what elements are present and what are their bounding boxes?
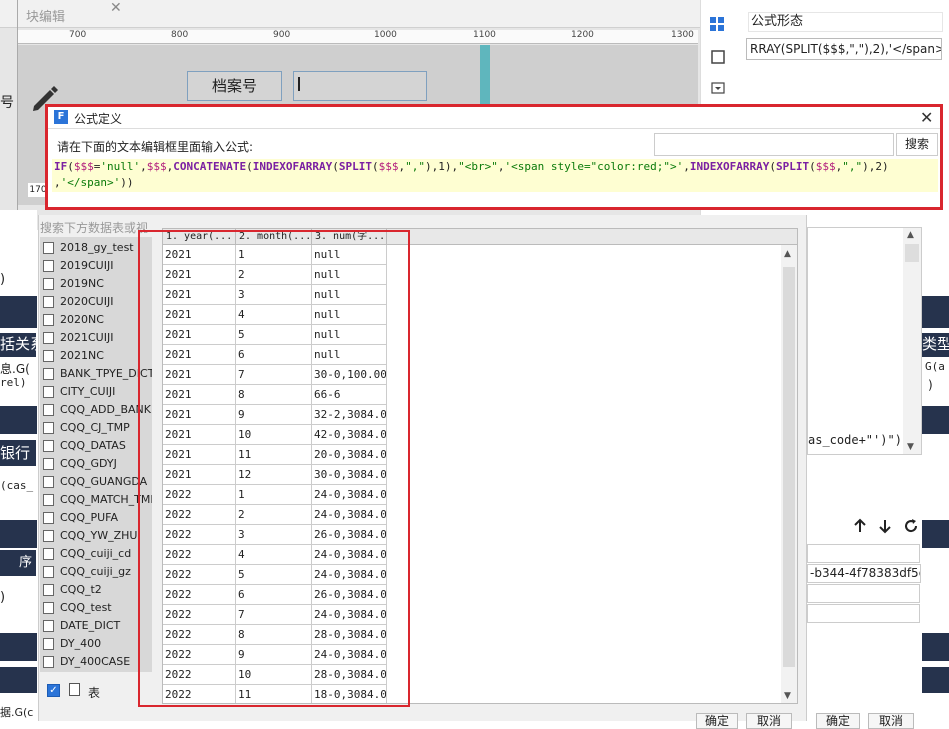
table-list-item[interactable]: CQQ_cuiji_gz [40,563,152,581]
table-list-item[interactable]: CQQ_GDYJ [40,455,152,473]
behind-text: 据.G(c [0,706,34,719]
behind-text: G(a [925,360,945,373]
table-list-item[interactable]: CQQ_cuiji_cd [40,545,152,563]
grid-scrollbar[interactable]: ▲ ▼ [781,245,797,703]
table-list-item[interactable]: 2021CUIJI [40,329,152,347]
table-filter-label: 表 [88,686,101,700]
behind-text: 序 [0,550,36,576]
table-list-item[interactable]: 2020CUIJI [40,293,152,311]
behind-text: (cas_ [0,479,34,492]
behind-dark-band [922,296,949,328]
behind-input[interactable] [807,604,920,623]
behind-dark-band [922,633,949,661]
table-list-item[interactable]: CQQ_YW_ZHU [40,527,152,545]
code-scrollbar[interactable]: ▲ ▼ [903,228,921,454]
table-list-item[interactable]: BANK_TPYE_DICT [40,365,152,383]
table-list: 2018_gy_test 2019CUIJI 2019NC 2020CUIJI … [40,237,152,672]
table-list-item[interactable]: CITY_CUIJI [40,383,152,401]
behind-text: 类型 [922,333,949,357]
behind-dark-band [922,520,949,548]
table-list-item[interactable]: 2021NC [40,347,152,365]
ruler-tick: 900 [273,30,291,40]
dialog-instruction: 请在下面的文本编辑框里面输入公式: [57,140,254,154]
table-list-item[interactable]: 2020NC [40,311,152,329]
ruler-tick: 1300 [671,30,694,40]
table-list-item[interactable]: CQQ_GUANGDA [40,473,152,491]
left-edge-panel [0,0,18,230]
table-filter-checkbox[interactable]: ✓ [47,684,60,697]
table-list-item[interactable]: DY_400CASE [40,653,152,671]
editor-title-bar: 块编辑 [0,0,700,28]
left-fragment-text: 号 [0,95,14,111]
horizontal-ruler: 700 800 900 1000 1100 1200 1300 [18,30,698,44]
table-list-item[interactable]: 2019CUIJI [40,257,152,275]
editor-close-icon[interactable]: ✕ [110,0,122,16]
scroll-up-icon[interactable]: ▲ [784,249,791,259]
id-field[interactable]: -b344-4f78383df5d3 [807,564,921,583]
table-list-item[interactable]: CQQ_MATCH_TMP [40,491,152,509]
table-list-item[interactable]: CQQ_t2 [40,581,152,599]
behind-dark-band [0,406,37,434]
behind-text: ) [0,272,6,287]
behind-text: ) [0,590,6,605]
table-list-item[interactable]: DY_400 [40,635,152,653]
highlight-box [138,230,410,707]
search-button[interactable]: 搜索 [896,133,938,156]
behind-dark-band [0,520,37,548]
table-list-item[interactable]: CQQ_test [40,599,152,617]
archive-number-label: 档案号 [187,71,282,101]
widgets-icon[interactable] [709,16,725,35]
function-search-input[interactable] [654,133,894,156]
dialog-title-bar: F 公式定义 ✕ [48,107,940,129]
table-list-item[interactable]: CQQ_PUFA [40,509,152,527]
behind-dark-band [0,667,37,693]
behind-dark-band [0,633,37,661]
editor-title: 块编辑 [26,10,66,25]
ruler-tick: 1100 [473,30,496,40]
dropdown-box-icon[interactable] [711,82,725,97]
ruler-tick: 800 [171,30,189,40]
table-list-item[interactable]: 2018_gy_test [40,239,152,257]
table-list-item[interactable]: DATE_DICT [40,617,152,635]
app-logo-icon: F [54,110,68,124]
table-list-item[interactable]: CQQ_DATAS [40,437,152,455]
square-icon[interactable] [711,50,725,67]
table-list-item[interactable]: 2019NC [40,275,152,293]
behind-code-text: as_code+"')") [808,433,902,447]
ok-button[interactable]: 确定 [816,713,860,729]
behind-dark-band [0,296,37,328]
archive-number-field[interactable] [293,71,427,101]
behind-text: 息.G( [0,362,30,376]
behind-dark-band [922,406,949,434]
table-list-item[interactable]: CQQ_CJ_TMP [40,419,152,437]
behind-text: 括关系 [0,333,36,357]
behind-dark-band [922,667,949,693]
ruler-tick: 1200 [571,30,594,40]
formula-editor[interactable]: IF($$$='null',$$$,CONCATENATE(INDEXOFARR… [52,159,938,192]
cancel-button[interactable]: 取消 [746,713,792,729]
scroll-down-icon[interactable]: ▼ [784,691,791,701]
ok-button[interactable]: 确定 [696,713,738,729]
behind-text: rel) [0,376,27,389]
cancel-button[interactable]: 取消 [868,713,914,729]
formula-definition-dialog: F 公式定义 ✕ 请在下面的文本编辑框里面输入公式: 搜索 IF($$$='nu… [45,104,943,210]
refresh-icon[interactable] [903,518,919,537]
close-icon[interactable]: ✕ [920,108,933,127]
ruler-tick: 1000 [374,30,397,40]
table-list-item[interactable]: CQQ_ADD_BANK [40,401,152,419]
behind-input[interactable] [807,584,920,603]
arrow-up-icon[interactable] [853,518,867,537]
formula-form-field[interactable]: RRAY(SPLIT($$$,","),2),'</span>')) [746,38,942,60]
arrow-down-icon[interactable] [878,518,892,537]
formula-form-label: 公式形态 [748,12,943,32]
behind-text: ) [928,378,933,392]
table-icon [69,683,80,696]
ruler-tick: 700 [69,30,87,40]
dialog-title: 公式定义 [74,112,123,126]
behind-text: 银行 [0,440,36,466]
behind-input[interactable] [807,544,920,563]
